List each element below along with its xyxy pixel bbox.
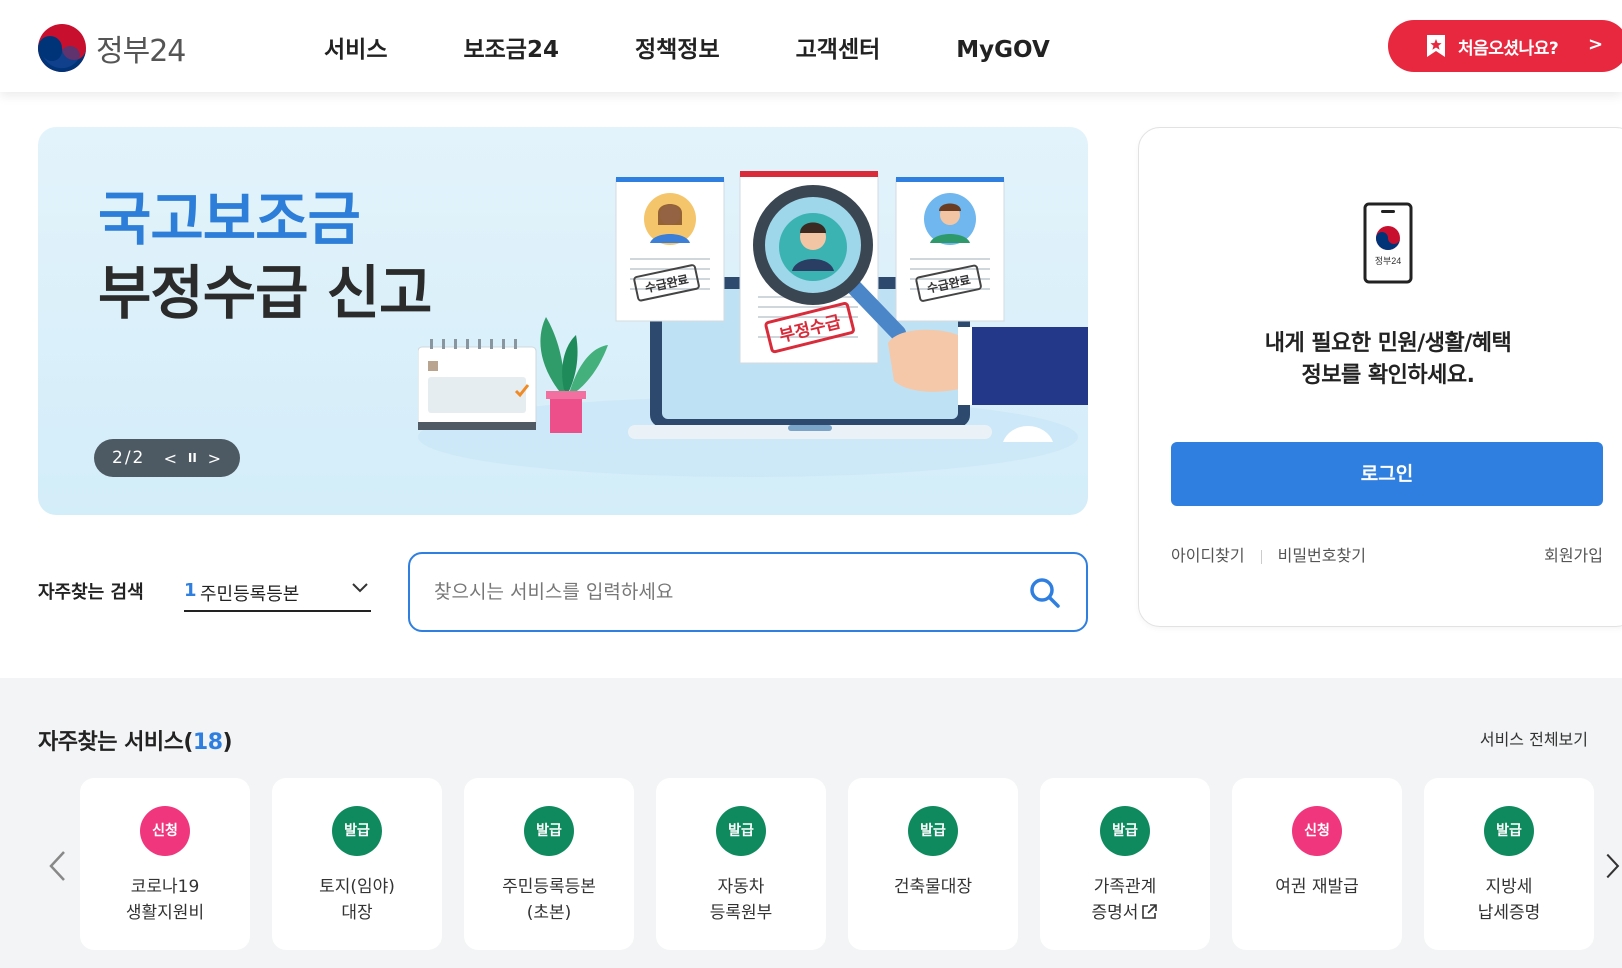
- banner-title: 국고보조금 부정수급 신고: [98, 182, 432, 330]
- badge-apply: 신청: [1292, 806, 1342, 856]
- services-title-text: 자주찾는 서비스(: [38, 730, 193, 755]
- logo-text: 정부24: [96, 34, 186, 69]
- chevron-right-icon: >: [1588, 34, 1604, 55]
- service-name: 가족관계증명서: [1046, 874, 1204, 926]
- frequent-search-rank: 1: [184, 580, 197, 601]
- service-name-line1: 여권 재발급: [1275, 877, 1359, 897]
- nav-item-customer-center[interactable]: 고객센터: [758, 30, 919, 70]
- service-name-line1: 자동차: [717, 877, 765, 897]
- view-all-services-link[interactable]: 서비스 전체보기: [1480, 726, 1588, 750]
- external-link-icon: [1142, 904, 1158, 919]
- badge-issue: 발급: [1100, 806, 1150, 856]
- search-box: [408, 552, 1088, 632]
- search-input[interactable]: [434, 570, 994, 614]
- site-logo[interactable]: 정부24: [36, 23, 186, 73]
- service-card-passport-reissue[interactable]: 신청 여권 재발급: [1232, 778, 1402, 950]
- calendar-icon: [418, 339, 537, 430]
- signup-link[interactable]: 회원가입: [1544, 542, 1603, 566]
- login-button[interactable]: 로그인: [1171, 442, 1603, 506]
- login-card: 정부24 내게 필요한 민원/생활/혜택 정보를 확인하세요. 로그인 아이디찾…: [1138, 127, 1622, 627]
- badge-issue: 발급: [332, 806, 382, 856]
- phone-app-label: 정부24: [1375, 256, 1402, 266]
- service-card-building-register[interactable]: 발급 건축물대장: [848, 778, 1018, 950]
- find-password-link[interactable]: 비밀번호찾기: [1278, 546, 1366, 565]
- main-banner[interactable]: 국고보조금 부정수급 신고 수급완료 수급완료 부정수급 2/2 < II >: [38, 127, 1088, 515]
- bookmark-star-icon: [1427, 35, 1445, 57]
- service-name: 건축물대장: [854, 874, 1012, 900]
- frequent-search-select[interactable]: 1 주민등록등본: [184, 568, 371, 612]
- service-card-local-tax-certificate[interactable]: 발급 지방세납세증명: [1424, 778, 1594, 950]
- service-card-covid-support[interactable]: 신청 코로나19 생활지원비: [80, 778, 250, 950]
- search-icon[interactable]: [1028, 576, 1062, 610]
- frequent-search-label: 자주찾는 검색: [38, 582, 144, 603]
- service-name-line1: 지방세: [1485, 877, 1533, 897]
- nav-item-services[interactable]: 서비스: [286, 30, 425, 70]
- service-name-line1: 주민등록등본: [502, 877, 596, 897]
- service-name: 토지(임야) 대장: [278, 874, 436, 926]
- slide-controls: 2/2 < II >: [94, 439, 240, 477]
- chevron-down-icon: [352, 583, 368, 593]
- services-title: 자주찾는 서비스(18): [38, 724, 233, 756]
- service-name-line2: (초본): [526, 903, 572, 923]
- banner-title-line1: 국고보조금: [98, 185, 361, 253]
- service-name-line2: 납세증명: [1477, 903, 1541, 923]
- service-cards: 신청 코로나19 생활지원비 발급 토지(임야) 대장 발급 주민등록등본 (초본) …: [80, 778, 1616, 950]
- service-name-line1: 코로나19: [130, 877, 200, 897]
- slide-prev-button[interactable]: <: [159, 449, 181, 468]
- badge-issue: 발급: [716, 806, 766, 856]
- service-name: 지방세납세증명: [1430, 874, 1588, 926]
- service-name-line1: 토지(임야): [319, 877, 395, 897]
- frequent-search-value: 주민등록등본: [200, 584, 300, 605]
- arrow-right-icon[interactable]: [1604, 848, 1622, 884]
- login-message-line2: 정보를 확인하세요.: [1301, 363, 1475, 388]
- badge-issue: 발급: [524, 806, 574, 856]
- service-name: 자동차등록원부: [662, 874, 820, 926]
- link-divider: [1260, 549, 1262, 564]
- badge-issue: 발급: [908, 806, 958, 856]
- slide-next-button[interactable]: >: [203, 449, 225, 468]
- service-name: 주민등록등본 (초본): [470, 874, 628, 926]
- service-name-line1: 가족관계: [1093, 877, 1157, 897]
- service-name-line2: 생활지원비: [125, 903, 205, 923]
- service-card-vehicle-register[interactable]: 발급 자동차등록원부: [656, 778, 826, 950]
- service-card-resident-registration[interactable]: 발급 주민등록등본 (초본): [464, 778, 634, 950]
- services-title-end: ): [222, 730, 233, 755]
- banner-title-line2: 부정수급 신고: [98, 259, 432, 327]
- main-nav: 서비스 보조금24 정책정보 고객센터 MyGOV: [286, 30, 1088, 70]
- login-links: 아이디찾기 비밀번호찾기 회원가입: [1171, 542, 1603, 566]
- find-id-link[interactable]: 아이디찾기: [1171, 546, 1245, 565]
- nav-item-mygov[interactable]: MyGOV: [918, 30, 1088, 70]
- services-count: 18: [192, 730, 223, 755]
- slide-pause-button[interactable]: II: [181, 451, 203, 465]
- nav-item-policy-info[interactable]: 정책정보: [597, 30, 758, 70]
- taegeuk-logo-icon: [38, 24, 86, 72]
- badge-apply: 신청: [140, 806, 190, 856]
- service-name-line1: 건축물대장: [893, 877, 973, 897]
- badge-issue: 발급: [1484, 806, 1534, 856]
- first-visit-label: 처음오셨나요?: [1458, 38, 1559, 59]
- site-header: 정부24 서비스 보조금24 정책정보 고객센터 MyGOV 처음오셨나요? >: [0, 0, 1622, 92]
- service-name-line2: 대장: [341, 903, 373, 923]
- slide-counter: 2/2: [112, 448, 146, 468]
- first-visit-button[interactable]: 처음오셨나요? >: [1388, 20, 1622, 72]
- frequent-services-section: 자주찾는 서비스(18) 서비스 전체보기 신청 코로나19 생활지원비 발급 토…: [0, 678, 1622, 968]
- arrow-left-icon[interactable]: [46, 848, 68, 884]
- phone-app-icon: 정부24: [1363, 202, 1413, 284]
- service-name-line2: 등록원부: [709, 903, 773, 923]
- service-name: 코로나19 생활지원비: [86, 874, 244, 926]
- service-card-family-certificate[interactable]: 발급 가족관계증명서: [1040, 778, 1210, 950]
- login-message-line1: 내게 필요한 민원/생활/혜택: [1264, 331, 1512, 356]
- nav-item-subsidy24[interactable]: 보조금24: [425, 30, 597, 70]
- banner-illustration: 수급완료 수급완료 부정수급: [418, 171, 1088, 477]
- service-name: 여권 재발급: [1238, 874, 1396, 900]
- service-name-line2: 증명서: [1091, 903, 1139, 923]
- service-card-land-register[interactable]: 발급 토지(임야) 대장: [272, 778, 442, 950]
- login-message: 내게 필요한 민원/생활/혜택 정보를 확인하세요.: [1139, 328, 1622, 392]
